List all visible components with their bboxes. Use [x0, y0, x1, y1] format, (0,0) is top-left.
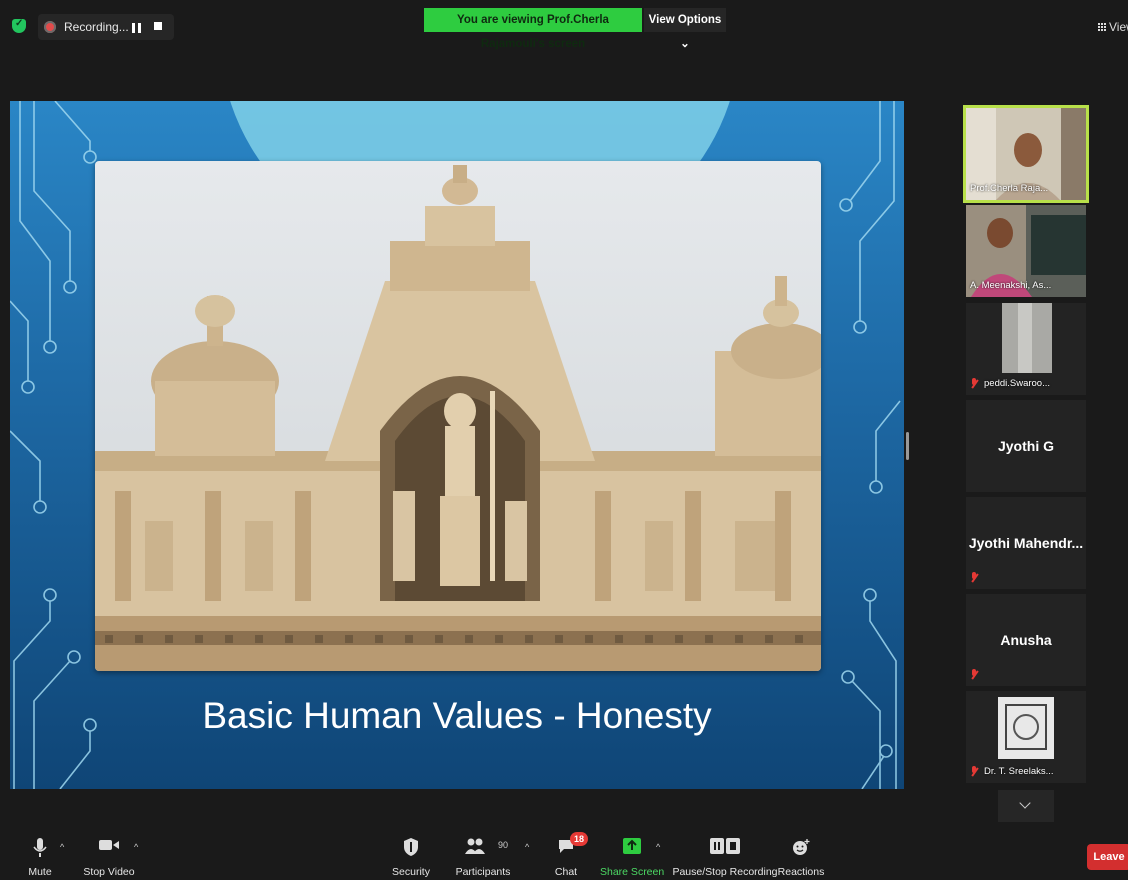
- grid-view-icon: [1098, 23, 1107, 32]
- participant-tile[interactable]: Dr. T. Sreelaks...: [966, 691, 1086, 783]
- participant-name: A. Meenakshi, As...: [970, 280, 1052, 291]
- participants-label: Participants: [455, 866, 511, 878]
- video-options-caret-icon[interactable]: ^: [134, 842, 138, 852]
- participant-name: Prof.Cherla Raja...: [970, 183, 1049, 194]
- participant-tile[interactable]: Jyothi G: [966, 400, 1086, 492]
- viewing-screen-banner: You are viewing Prof.Cherla Rajamouli's …: [424, 8, 642, 50]
- participants-button[interactable]: 90 Participants: [446, 826, 520, 880]
- encryption-shield-icon[interactable]: [12, 18, 26, 33]
- mic-muted-icon: [970, 572, 978, 583]
- audio-options-caret-icon[interactable]: ^: [60, 842, 64, 852]
- mute-label: Mute: [28, 866, 52, 878]
- recording-label: Recording...: [64, 20, 129, 34]
- participant-tile[interactable]: peddi.Swaroo...: [966, 303, 1086, 395]
- meeting-toolbar: Mute ^ Stop Video ^ Security 90 Particip…: [0, 826, 1128, 880]
- panel-resize-handle[interactable]: [906, 432, 909, 460]
- participant-name: peddi.Swaroo...: [984, 378, 1051, 389]
- participant-name: Jyothi Mahendr...: [968, 535, 1084, 551]
- security-shield-icon: [404, 838, 418, 856]
- view-layout-button[interactable]: View: [1098, 20, 1128, 34]
- participants-icon: [465, 838, 485, 854]
- security-label: Security: [392, 866, 430, 878]
- reactions-smiley-icon: [793, 839, 810, 855]
- stop-video-label: Stop Video: [83, 866, 135, 878]
- security-button[interactable]: Security: [386, 826, 436, 880]
- chat-unread-badge: 18: [570, 832, 588, 846]
- mute-button[interactable]: Mute: [18, 826, 62, 880]
- pause-stop-recording-label: Pause/Stop Recording: [672, 866, 778, 878]
- participant-name: Dr. T. Sreelaks...: [984, 766, 1054, 777]
- participants-options-caret-icon[interactable]: ^: [525, 842, 529, 852]
- share-options-caret-icon[interactable]: ^: [656, 842, 660, 852]
- meeting-top-bar: Recording... You are viewing Prof.Cherla…: [0, 0, 1128, 60]
- pause-stop-recording-icon: [710, 838, 740, 854]
- chat-label: Chat: [554, 866, 578, 878]
- show-more-participants-button[interactable]: [998, 790, 1054, 822]
- pause-recording-icon[interactable]: [132, 20, 144, 33]
- mic-muted-icon: [970, 378, 978, 389]
- participant-tile[interactable]: Anusha: [966, 594, 1086, 686]
- stop-video-button[interactable]: Stop Video: [82, 826, 136, 880]
- reactions-label: Reactions: [777, 866, 825, 878]
- chat-button[interactable]: 18 Chat: [546, 826, 588, 880]
- shared-screen-slide: Basic Human Values - Honesty: [10, 101, 904, 789]
- mic-muted-icon: [970, 669, 978, 680]
- reactions-button[interactable]: Reactions: [776, 826, 826, 880]
- chat-icon-wrap: 18: [557, 832, 588, 854]
- video-camera-icon: [99, 840, 119, 850]
- share-screen-button[interactable]: Share Screen: [600, 826, 664, 880]
- pause-stop-recording-button[interactable]: Pause/Stop Recording: [670, 826, 780, 880]
- share-screen-icon: [623, 838, 641, 854]
- stop-recording-icon[interactable]: [154, 22, 162, 30]
- temple-illustration: [95, 165, 821, 671]
- participant-tile[interactable]: Jyothi Mahendr...: [966, 497, 1086, 589]
- participant-name: Jyothi G: [997, 438, 1054, 454]
- slide-title: Basic Human Values - Honesty: [202, 695, 712, 736]
- view-options-button[interactable]: View Options ⌄: [644, 8, 726, 50]
- participant-tile-host[interactable]: Prof.Cherla Raja...: [966, 108, 1086, 200]
- view-layout-label: View: [1109, 20, 1128, 34]
- participant-name: Anusha: [1000, 632, 1052, 648]
- share-screen-label: Share Screen: [600, 866, 665, 878]
- participant-tile[interactable]: A. Meenakshi, As...: [966, 205, 1086, 297]
- temple-photo: [95, 161, 821, 671]
- recording-dot-icon: [44, 21, 56, 33]
- leave-meeting-button[interactable]: Leave: [1087, 844, 1128, 870]
- microphone-icon: [33, 838, 47, 857]
- participants-count: 90: [498, 840, 509, 850]
- mic-muted-icon: [970, 766, 978, 777]
